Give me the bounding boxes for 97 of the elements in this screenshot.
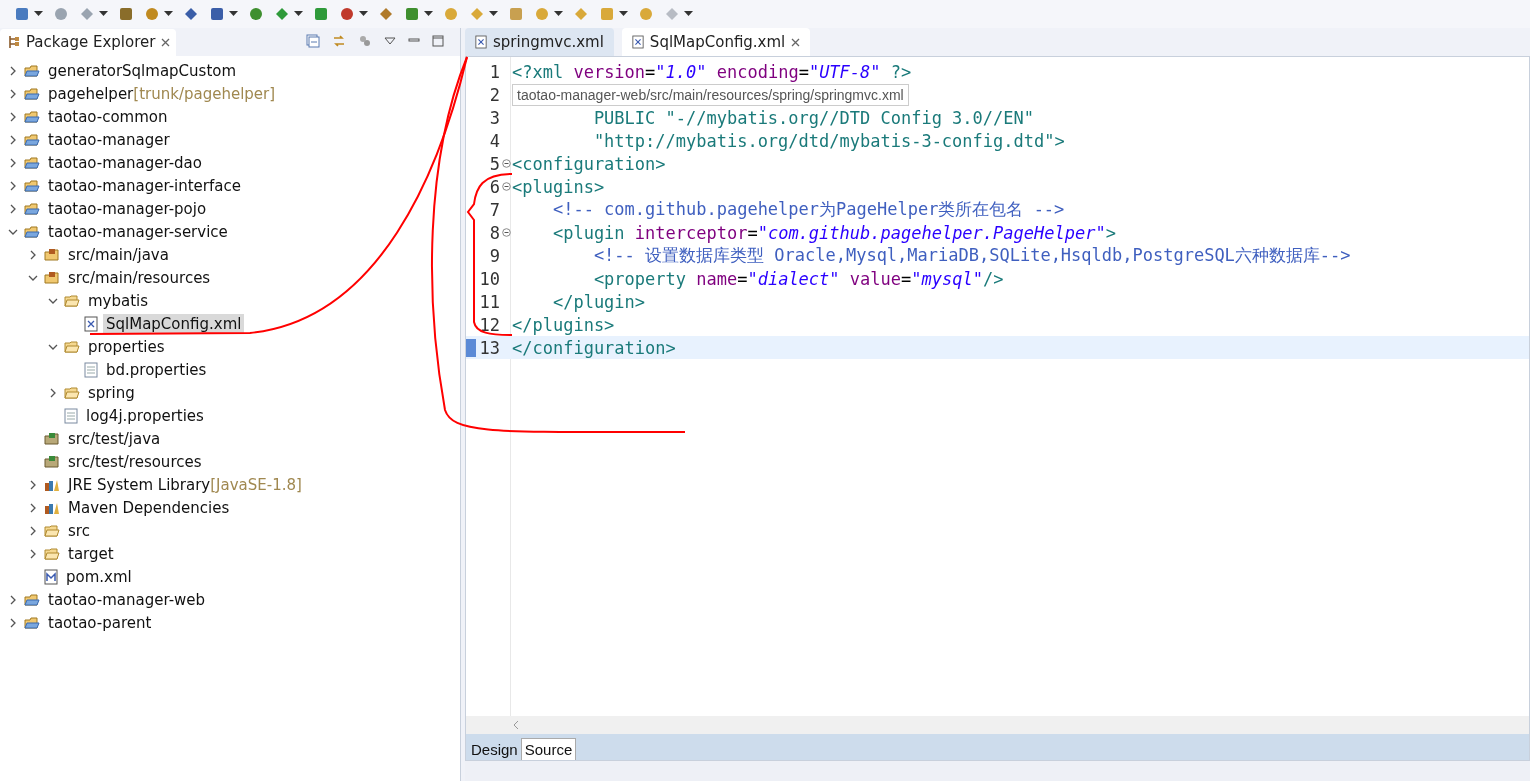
project-folder-icon bbox=[24, 62, 40, 79]
link-editor-icon[interactable] bbox=[332, 34, 346, 48]
line-number: 3 bbox=[488, 107, 500, 128]
tree-item[interactable]: pom.xml bbox=[63, 566, 135, 587]
text-file-icon bbox=[84, 361, 98, 378]
tree-item[interactable]: spring bbox=[85, 382, 138, 403]
project-folder-icon bbox=[24, 614, 40, 631]
tree-item[interactable]: taotao-common bbox=[45, 106, 171, 127]
line-number: 1 bbox=[488, 61, 500, 82]
close-icon[interactable] bbox=[161, 37, 171, 47]
code-line: <plugins> bbox=[512, 176, 605, 197]
tree-item[interactable]: taotao-manager-dao bbox=[45, 152, 205, 173]
file-path-tooltip: taotao-manager-web/src/main/resources/spring/springmvc.xml bbox=[512, 84, 909, 106]
tree-item[interactable]: taotao-parent bbox=[45, 612, 155, 633]
tree-item[interactable]: src/main/resources bbox=[65, 267, 214, 288]
dropdown-caret-icon[interactable] bbox=[359, 11, 368, 17]
tree-item[interactable]: taotao-manager-interface bbox=[45, 175, 244, 196]
tree-item[interactable]: taotao-manager bbox=[45, 129, 173, 150]
project-folder-icon bbox=[24, 85, 40, 102]
code-line: <?xml version="1.0" encoding="UTF-8" ?> bbox=[512, 61, 912, 82]
tree-item[interactable]: src/test/resources bbox=[65, 451, 205, 472]
fold-icon[interactable] bbox=[501, 182, 511, 191]
line-number: 11 bbox=[478, 291, 500, 312]
tree-item[interactable]: pagehelper[trunk/pagehelper] bbox=[45, 83, 279, 104]
editor-mode-tab[interactable]: Source bbox=[520, 738, 577, 760]
tree-item[interactable]: SqlMapConfig.xml bbox=[103, 313, 245, 334]
tree-item[interactable]: log4j.properties bbox=[83, 405, 207, 426]
line-number: 6 bbox=[488, 176, 500, 197]
tree-item[interactable]: properties bbox=[85, 336, 168, 357]
editor-tab[interactable]: springmvc.xml bbox=[465, 28, 614, 56]
maximize-icon[interactable] bbox=[432, 35, 444, 47]
dropdown-caret-icon[interactable] bbox=[424, 11, 433, 17]
tree-item[interactable]: Maven Dependencies bbox=[65, 497, 233, 518]
line-number: 5 bbox=[488, 153, 500, 174]
line-number: 8 bbox=[488, 222, 500, 243]
dropdown-caret-icon[interactable] bbox=[554, 11, 563, 17]
dropdown-caret-icon[interactable] bbox=[99, 11, 108, 17]
code-line: </plugin> bbox=[551, 291, 646, 312]
tree-item[interactable]: src bbox=[65, 520, 93, 541]
project-folder-icon bbox=[24, 591, 40, 608]
line-number: 2 bbox=[488, 84, 500, 105]
code-line: <!-- com.github.pagehelper为PageHelper类所在包名 --> bbox=[551, 198, 1065, 221]
project-folder-icon bbox=[24, 200, 40, 217]
editor-tab[interactable]: SqlMapConfig.xml bbox=[621, 28, 811, 56]
code-line: "http://mybatis.org/dtd/mybatis-3-config.dtd"> bbox=[592, 130, 1065, 151]
tree-item[interactable]: src/test/java bbox=[65, 428, 164, 449]
dropdown-caret-icon[interactable] bbox=[34, 11, 43, 17]
fold-icon[interactable] bbox=[501, 228, 511, 237]
package-folder-icon bbox=[44, 246, 60, 263]
project-folder-icon bbox=[24, 177, 40, 194]
view-menu-icon[interactable] bbox=[384, 37, 396, 45]
tree-item[interactable]: target bbox=[65, 543, 117, 564]
code-line: <configuration> bbox=[512, 153, 666, 174]
line-number: 10 bbox=[478, 268, 500, 289]
code-line: <plugin interceptor="com.github.pagehelper.PageHelper"> bbox=[551, 222, 1116, 243]
package-folder-icon bbox=[44, 430, 60, 447]
dropdown-caret-icon[interactable] bbox=[164, 11, 173, 17]
code-line: <property name="dialect" value="mysql"/> bbox=[592, 268, 1004, 289]
xml-file-icon bbox=[84, 315, 98, 332]
line-number: 13 bbox=[478, 337, 500, 358]
code-line: <!-- 设置数据库类型 Oracle,Mysql,MariaDB,SQLite,Hsqldb,PostgreSQL六种数据库--> bbox=[592, 244, 1351, 267]
xml-file-icon bbox=[475, 35, 487, 49]
fold-icon[interactable] bbox=[501, 159, 511, 168]
maven-file-icon bbox=[44, 568, 58, 585]
package-explorer-tab[interactable]: Package Explorer bbox=[0, 29, 177, 56]
tree-item[interactable]: taotao-manager-service bbox=[45, 221, 231, 242]
code-line: </plugins> bbox=[512, 314, 615, 335]
line-number: 4 bbox=[488, 130, 500, 151]
code-line: PUBLIC "-//mybatis.org//DTD Config 3.0//EN" bbox=[592, 107, 1034, 128]
project-folder-icon bbox=[24, 108, 40, 125]
dropdown-caret-icon[interactable] bbox=[294, 11, 303, 17]
code-line: </configuration> bbox=[512, 337, 676, 358]
close-icon[interactable] bbox=[791, 37, 801, 47]
package-folder-icon bbox=[44, 453, 60, 470]
line-number: 9 bbox=[488, 245, 500, 266]
tree-item[interactable]: mybatis bbox=[85, 290, 152, 311]
project-folder-icon bbox=[24, 223, 40, 240]
editor-mode-tab[interactable]: Design bbox=[468, 739, 521, 760]
dropdown-caret-icon[interactable] bbox=[684, 11, 693, 17]
dropdown-caret-icon[interactable] bbox=[619, 11, 628, 17]
package-explorer-icon bbox=[8, 35, 20, 49]
tree-item[interactable]: generatorSqlmapCustom bbox=[45, 60, 240, 81]
tree-item[interactable]: JRE System Library[JavaSE-1.8] bbox=[65, 474, 305, 495]
text-file-icon bbox=[64, 407, 78, 424]
tree-item[interactable]: taotao-manager-web bbox=[45, 589, 209, 610]
tree-item[interactable]: bd.properties bbox=[103, 359, 210, 380]
xml-file-icon bbox=[631, 35, 644, 49]
line-number: 12 bbox=[478, 314, 500, 335]
package-folder-icon bbox=[44, 269, 60, 286]
tree-item[interactable]: taotao-manager-pojo bbox=[45, 198, 210, 219]
dropdown-caret-icon[interactable] bbox=[229, 11, 238, 17]
project-folder-icon bbox=[24, 131, 40, 148]
project-folder-icon bbox=[24, 154, 40, 171]
line-number: 7 bbox=[488, 199, 500, 220]
collapse-all-icon[interactable] bbox=[306, 34, 320, 48]
dropdown-caret-icon[interactable] bbox=[489, 11, 498, 17]
tree-item[interactable]: src/main/java bbox=[65, 244, 172, 265]
